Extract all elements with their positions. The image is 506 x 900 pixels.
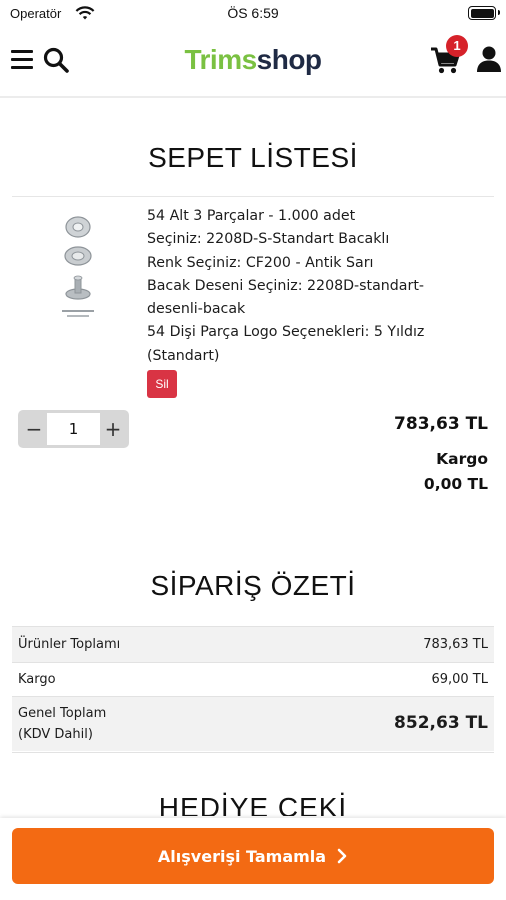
summary-label-grand-total: Genel Toplam (KDV Dahil) — [12, 696, 263, 751]
table-row: Genel Toplam (KDV Dahil) 852,63 TL — [12, 696, 494, 751]
order-summary-table: Ürünler Toplamı 783,63 TL Kargo 69,00 TL… — [12, 626, 494, 751]
logo-text-shop: shop — [256, 44, 322, 75]
delete-button[interactable]: Sil — [147, 370, 177, 398]
user-icon[interactable] — [476, 45, 502, 73]
complete-purchase-button[interactable]: Alışverişi Tamamla — [12, 828, 494, 884]
divider — [12, 196, 494, 197]
cart-title: SEPET LİSTESİ — [148, 142, 358, 173]
checkout-bar: Alışverişi Tamamla — [0, 818, 506, 900]
summary-label-shipping: Kargo — [12, 662, 263, 697]
shipping-label: Kargo — [436, 450, 488, 468]
product-detail-line: desenli-bacak — [147, 301, 246, 318]
product-image[interactable] — [52, 210, 104, 328]
product-detail-line: 54 Alt 3 Parçalar - 1.000 adet — [147, 208, 356, 224]
product-details: 54 Alt 3 Parçalar - 1.000 adet Seçiniz: … — [147, 205, 487, 368]
grand-total-label: Genel Toplam — [18, 705, 107, 721]
product-detail-line: Bacak Deseni Seçiniz: 2208D-standart- — [147, 277, 425, 294]
clock: ÖS 6:59 — [227, 5, 279, 21]
product-detail-line: Renk Seçiniz: CF200 - Antik Sarı — [147, 254, 374, 271]
battery-icon — [468, 6, 500, 20]
complete-purchase-label: Alışverişi Tamamla — [157, 846, 327, 866]
chevron-right-icon — [337, 848, 347, 864]
quantity-input[interactable] — [47, 413, 100, 445]
grand-total-value: 852,63 TL — [262, 696, 494, 751]
status-bar: Operatör ÖS 6:59 — [0, 0, 506, 28]
product-detail-line: Seçiniz: 2208D-S-Standart Bacaklı — [147, 231, 390, 248]
product-detail-line: (Standart) — [147, 347, 220, 364]
product-detail-line: 54 Dişi Parça Logo Seçenekleri: 5 Yıldız — [147, 324, 425, 341]
app-header: Trimsshop 1 — [0, 28, 506, 98]
divider — [12, 752, 494, 753]
logo-text-trims: Trims — [184, 44, 257, 75]
summary-label-products-total: Ürünler Toplamı — [12, 626, 263, 663]
increase-quantity-button[interactable]: + — [100, 413, 126, 445]
cart-count-badge: 1 — [446, 35, 468, 57]
quantity-stepper: − + — [18, 410, 129, 448]
summary-value-products-total: 783,63 TL — [262, 626, 494, 663]
order-summary-title: SİPARİŞ ÖZETİ — [150, 570, 356, 601]
summary-value-shipping: 69,00 TL — [262, 662, 494, 697]
gift-voucher-title: HEDİYE ÇEKİ — [158, 792, 348, 816]
table-row: Kargo 69,00 TL — [12, 662, 494, 697]
line-total-price: 783,63 TL — [394, 414, 488, 434]
table-row: Ürünler Toplamı 783,63 TL — [12, 626, 494, 663]
vat-included-label: (KDV Dahil) — [18, 726, 93, 742]
decrease-quantity-button[interactable]: − — [21, 413, 47, 445]
shipping-value: 0,00 TL — [423, 475, 488, 493]
